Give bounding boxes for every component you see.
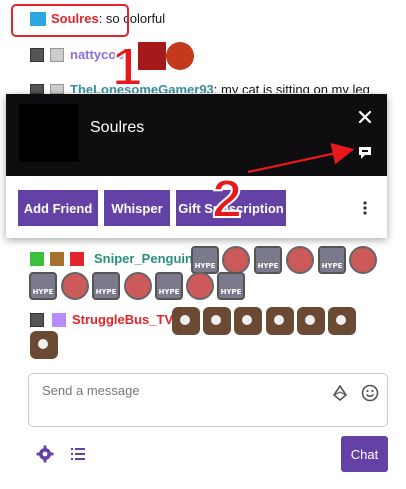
- hype-emote-icon[interactable]: [155, 272, 183, 300]
- turbo-badge-icon[interactable]: [30, 84, 44, 94]
- turbo-badge-icon[interactable]: [30, 313, 44, 327]
- dog-emote-icon[interactable]: [328, 307, 356, 335]
- sword-badge-icon[interactable]: [30, 252, 44, 266]
- dog-emote-icon[interactable]: [203, 307, 231, 335]
- dog-emote-icon[interactable]: [297, 307, 325, 335]
- sword-emote-icon[interactable]: [166, 42, 194, 70]
- hype-emote-icon[interactable]: [191, 246, 219, 274]
- hype-emote-icon[interactable]: [254, 246, 282, 274]
- user-card-header: Soulres: [6, 94, 387, 176]
- pig-emote-icon[interactable]: [124, 272, 152, 300]
- whisper-button[interactable]: Whisper: [104, 190, 170, 226]
- chat-username[interactable]: Sniper_Penguin: [94, 251, 193, 266]
- emote-icon[interactable]: [138, 42, 166, 70]
- hype-emote-icon[interactable]: [217, 272, 245, 300]
- pig-emote-icon[interactable]: [186, 272, 214, 300]
- turbo-badge-icon[interactable]: [30, 48, 44, 62]
- pig-emote-icon[interactable]: [61, 272, 89, 300]
- dog-emote-icon[interactable]: [266, 307, 294, 335]
- user-card: Soulres Add Friend Whisper Gift Subscrip…: [6, 94, 387, 238]
- star-badge-icon[interactable]: [70, 252, 84, 266]
- dog-emote-icon[interactable]: [234, 307, 262, 335]
- pig-emote-icon[interactable]: [286, 246, 314, 274]
- gift-badge-icon[interactable]: [50, 252, 64, 266]
- dog-emote-icon[interactable]: [30, 331, 58, 359]
- chat-username[interactable]: StruggleBus_TV: [72, 312, 173, 327]
- viewer-list-icon[interactable]: [71, 447, 85, 461]
- pig-emote-icon[interactable]: [349, 246, 377, 274]
- user-card-actions: Add Friend Whisper Gift Subscription: [6, 176, 387, 238]
- dog-emote-icon[interactable]: [172, 307, 200, 335]
- chat-bubble-icon[interactable]: [356, 144, 374, 162]
- chat-message-text: my cat is sitting on my leg: [221, 82, 370, 93]
- username-highlight-box: [11, 4, 129, 37]
- user-card-display-name[interactable]: Soulres: [90, 119, 144, 137]
- add-friend-button[interactable]: Add Friend: [18, 190, 98, 226]
- chat-send-button[interactable]: Chat: [341, 436, 388, 472]
- annotation-marker-2: 2: [211, 169, 243, 229]
- emoji-icon[interactable]: [361, 384, 379, 402]
- annotation-marker-1: 1: [111, 37, 143, 97]
- pig-emote-icon[interactable]: [222, 246, 250, 274]
- close-icon[interactable]: [356, 108, 374, 126]
- arrow-up-badge-icon[interactable]: [50, 84, 64, 94]
- hype-emote-icon[interactable]: [92, 272, 120, 300]
- more-vertical-icon[interactable]: [358, 198, 372, 218]
- bits-icon[interactable]: [332, 384, 348, 402]
- chat-input-box[interactable]: Send a message: [28, 373, 388, 427]
- user-avatar[interactable]: [19, 104, 79, 162]
- hype-emote-icon[interactable]: [29, 272, 57, 300]
- arrow-up-badge-icon[interactable]: [50, 48, 64, 62]
- hype-emote-icon[interactable]: [318, 246, 346, 274]
- settings-icon[interactable]: [36, 445, 54, 463]
- chat-input-placeholder: Send a message: [42, 383, 140, 398]
- gift-sub-badge-icon[interactable]: [52, 313, 66, 327]
